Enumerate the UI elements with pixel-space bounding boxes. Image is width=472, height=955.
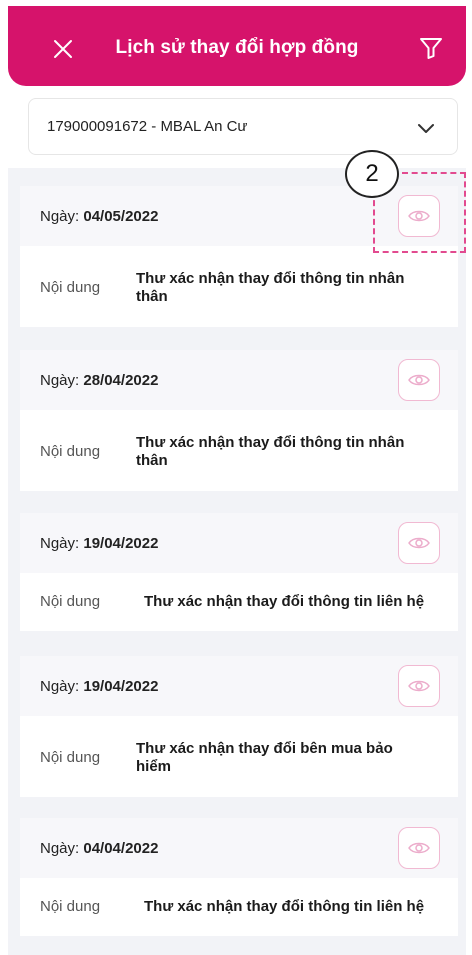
card-body: Nội dung Thư xác nhận thay đổi thông tin… bbox=[20, 878, 458, 936]
eye-icon bbox=[408, 842, 430, 854]
card-date: Ngày: 04/05/2022 bbox=[40, 207, 159, 225]
content-label: Nội dung bbox=[40, 898, 101, 915]
content-text: Thư xác nhận thay đổi thông tin nhân thâ… bbox=[136, 434, 405, 469]
content-label: Nội dung bbox=[40, 749, 101, 766]
chevron-down-icon bbox=[418, 124, 434, 133]
view-button[interactable] bbox=[398, 827, 440, 869]
card-date: Ngày: 19/04/2022 bbox=[40, 677, 159, 695]
card-header: Ngày: 28/04/2022 bbox=[20, 350, 458, 410]
contract-select[interactable]: 179000091672 - MBAL An Cư bbox=[28, 98, 458, 155]
filter-icon bbox=[420, 38, 442, 59]
content-label: Nội dung bbox=[40, 279, 101, 296]
card-body: Nội dung Thư xác nhận thay đổi bên mua b… bbox=[20, 716, 458, 797]
content-text: Thư xác nhận thay đổi thông tin liên hệ bbox=[144, 898, 425, 915]
content-label: Nội dung bbox=[40, 593, 101, 610]
eye-icon bbox=[408, 374, 430, 386]
card-body: Nội dung Thư xác nhận thay đổi thông tin… bbox=[20, 410, 458, 491]
content-text: Thư xác nhận thay đổi thông tin nhân thâ… bbox=[136, 270, 405, 305]
content-label: Nội dung bbox=[40, 443, 101, 460]
view-button[interactable] bbox=[398, 665, 440, 707]
card-date: Ngày: 28/04/2022 bbox=[40, 371, 159, 389]
history-card: Ngày: 28/04/2022 Nội dung Thư xác nhận t… bbox=[20, 350, 458, 491]
history-card: Ngày: 04/04/2022 Nội dung Thư xác nhận t… bbox=[20, 818, 458, 936]
annotation-step-number: 2 bbox=[345, 150, 399, 198]
card-body: Nội dung Thư xác nhận thay đổi thông tin… bbox=[20, 573, 458, 631]
history-card: Ngày: 19/04/2022 Nội dung Thư xác nhận t… bbox=[20, 513, 458, 631]
card-header: Ngày: 19/04/2022 bbox=[20, 656, 458, 716]
eye-icon bbox=[408, 537, 430, 549]
view-button[interactable] bbox=[398, 522, 440, 564]
app-header: Lịch sử thay đổi hợp đồng bbox=[8, 6, 466, 86]
contract-select-value: 179000091672 - MBAL An Cư bbox=[47, 118, 248, 135]
filter-button[interactable] bbox=[416, 33, 446, 63]
eye-icon bbox=[408, 680, 430, 692]
card-header: Ngày: 19/04/2022 bbox=[20, 513, 458, 573]
content-text: Thư xác nhận thay đổi thông tin liên hệ bbox=[144, 593, 425, 610]
history-card: Ngày: 19/04/2022 Nội dung Thư xác nhận t… bbox=[20, 656, 458, 797]
page-title: Lịch sử thay đổi hợp đồng bbox=[115, 37, 359, 58]
content-text: Thư xác nhận thay đổi bên mua bảo hiểm bbox=[136, 740, 393, 775]
card-date: Ngày: 19/04/2022 bbox=[40, 534, 159, 552]
card-header: Ngày: 04/04/2022 bbox=[20, 818, 458, 878]
card-body: Nội dung Thư xác nhận thay đổi thông tin… bbox=[20, 246, 458, 327]
view-button[interactable] bbox=[398, 359, 440, 401]
card-date: Ngày: 04/04/2022 bbox=[40, 839, 159, 857]
